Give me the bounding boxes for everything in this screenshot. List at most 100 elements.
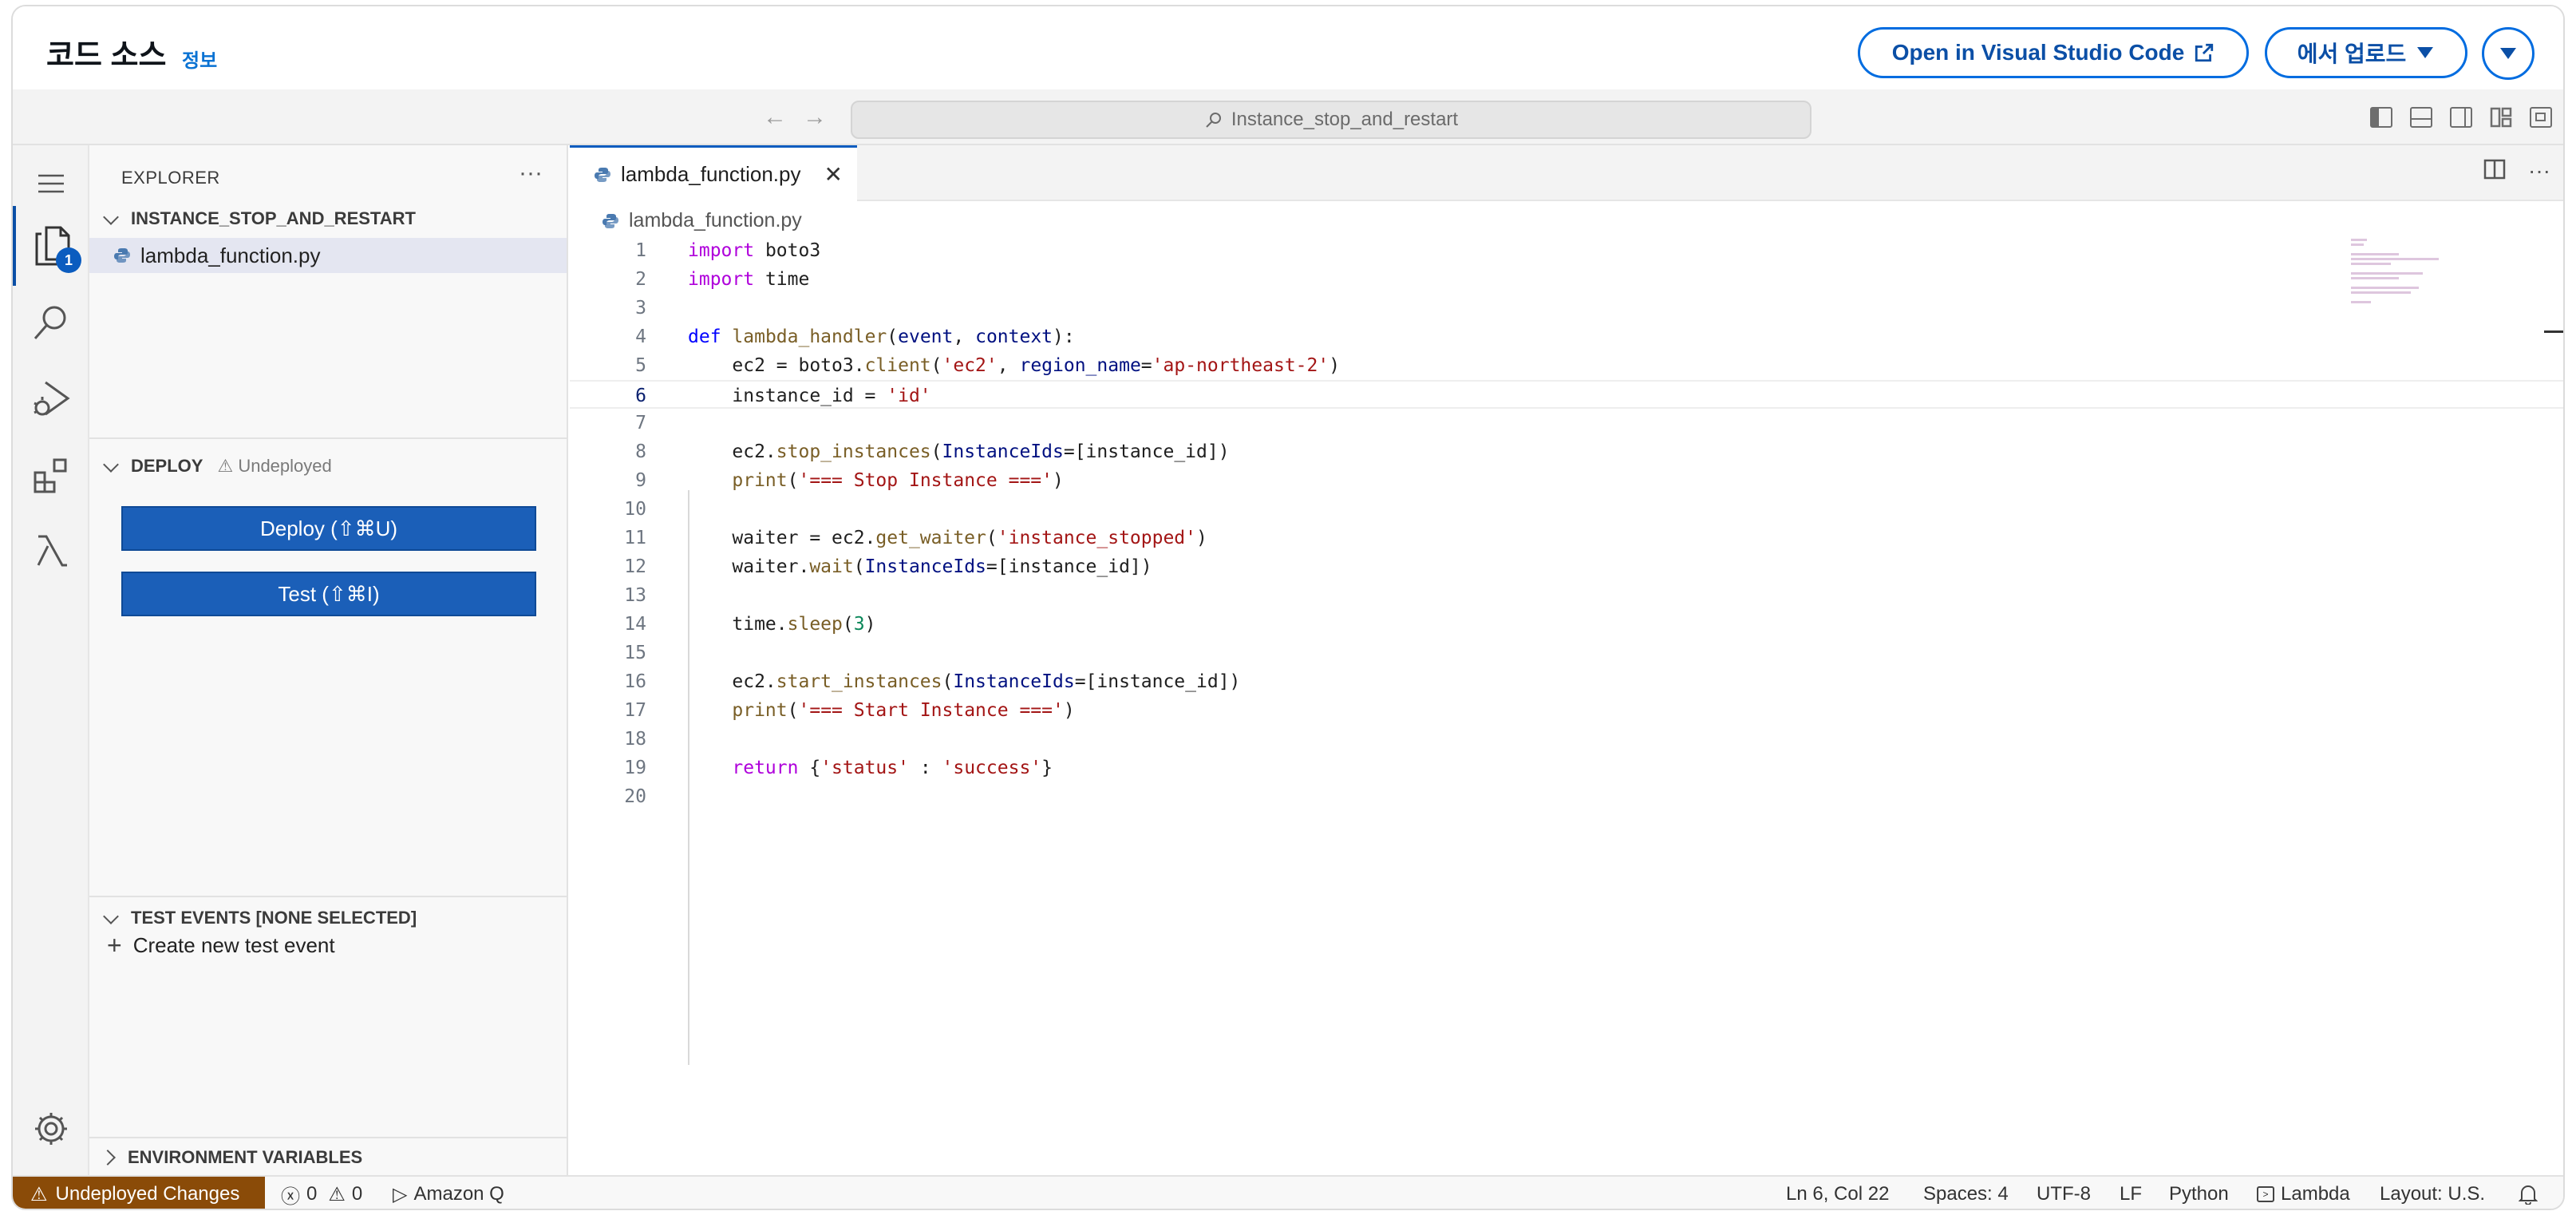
page-header: 코드 소스 정보 Open in Visual Studio Code 에서 업… (13, 6, 2563, 89)
eol-status[interactable]: LF (2120, 1177, 2142, 1209)
language-status[interactable]: Python (2169, 1177, 2229, 1209)
code-line[interactable]: 18 (570, 725, 2563, 754)
code-line[interactable]: 7 (570, 409, 2563, 437)
code-line[interactable]: 4 def lambda_handler(event, context): (570, 323, 2563, 351)
back-arrow-icon[interactable]: ← (763, 104, 787, 131)
deploy-button[interactable]: Deploy (⇧⌘U) (121, 506, 536, 551)
scrollbar-marker[interactable] (2544, 330, 2563, 333)
gear-icon (35, 1113, 67, 1145)
explorer-badge: 1 (56, 247, 81, 273)
lambda-icon (37, 535, 67, 567)
line-number: 13 (624, 585, 646, 606)
amazon-q-status[interactable]: ▷ Amazon Q (393, 1177, 504, 1209)
chevron-down-icon (103, 908, 119, 924)
code-line[interactable]: 16 ec2.start_instances(InstanceIds=[inst… (570, 667, 2563, 696)
cursor-position-status[interactable]: Ln 6, Col 22 (1786, 1177, 1889, 1209)
indentation-status[interactable]: Spaces: 4 (1923, 1177, 2009, 1209)
line-number: 16 (624, 671, 646, 692)
test-events-title: TEST EVENTS [NONE SELECTED] (131, 908, 417, 928)
editor-actions: ··· (2483, 158, 2550, 186)
env-vars-header[interactable]: ENVIRONMENT VARIABLES (89, 1142, 567, 1173)
caret-down-icon (2500, 48, 2516, 59)
activity-extensions[interactable] (13, 437, 89, 514)
section-divider (89, 437, 567, 439)
activity-settings[interactable] (13, 1090, 89, 1167)
deploy-section-header[interactable]: DEPLOY ⚠ Undeployed (89, 450, 567, 482)
amazon-q-label: Amazon Q (413, 1183, 504, 1205)
warning-count: 0 (351, 1183, 363, 1205)
play-icon: ▷ (393, 1183, 408, 1205)
create-test-event-link[interactable]: + Create new test event (107, 931, 335, 960)
code-line[interactable]: 17 print('=== Start Instance ===') (570, 696, 2563, 725)
folder-header[interactable]: INSTANCE_STOP_AND_RESTART (89, 203, 567, 235)
notifications-bell-icon[interactable] (2519, 1177, 2538, 1209)
upload-button[interactable]: 에서 업로드 (2265, 27, 2467, 78)
code-line[interactable]: 3 (570, 294, 2563, 323)
open-vscode-button[interactable]: Open in Visual Studio Code (1858, 27, 2249, 78)
error-icon: ⓧ (281, 1185, 300, 1208)
activity-run-debug[interactable] (13, 361, 89, 437)
problems-status[interactable]: ⓧ 0 ⚠ 0 (281, 1177, 363, 1209)
code-line[interactable]: 2 import time (570, 265, 2563, 294)
page-title: 코드 소스 (46, 39, 167, 73)
code-line[interactable]: 12 waiter.wait(InstanceIds=[instance_id]… (570, 552, 2563, 581)
code-line[interactable]: 11 waiter = ec2.get_waiter('instance_sto… (570, 524, 2563, 552)
python-file-icon (595, 167, 610, 182)
code-line[interactable]: 15 (570, 639, 2563, 667)
file-name: lambda_function.py (140, 243, 321, 267)
editor-tabs: lambda_function.py ✕ ··· (570, 145, 2563, 201)
breadcrumb[interactable]: lambda_function.py (602, 209, 802, 232)
code-text: ec2.start_instances(InstanceIds=[instanc… (688, 671, 1241, 692)
editor-area: lambda_function.py ✕ ··· lambda_function… (570, 145, 2563, 1175)
explorer-title: EXPLORER (121, 168, 220, 188)
activity-explorer[interactable]: 1 (13, 206, 89, 286)
extensions-icon (34, 458, 67, 493)
code-text: def lambda_handler(event, context): (688, 327, 1075, 347)
customize-layout-icon[interactable] (2490, 107, 2512, 128)
code-line[interactable]: 19 return {'status' : 'success'} (570, 754, 2563, 782)
undeployed-changes-status[interactable]: ⚠ Undeployed Changes (13, 1177, 265, 1209)
test-button[interactable]: Test (⇧⌘I) (121, 572, 536, 616)
command-center-search[interactable]: Instance_stop_and_restart (851, 101, 1811, 139)
explorer-more-icon[interactable]: ··· (519, 160, 543, 187)
minimap[interactable] (2351, 236, 2455, 303)
more-actions-button[interactable] (2482, 27, 2535, 80)
tab-lambda-function[interactable]: lambda_function.py ✕ (570, 145, 857, 201)
code-line[interactable]: 14 time.sleep(3) (570, 610, 2563, 639)
lambda-status[interactable]: > Lambda (2257, 1177, 2350, 1209)
layout-controls (2370, 107, 2552, 128)
chevron-right-icon (100, 1150, 116, 1166)
line-number: 5 (635, 355, 646, 376)
activity-lambda[interactable] (13, 513, 89, 589)
split-editor-icon[interactable] (2483, 158, 2506, 186)
encoding-status[interactable]: UTF-8 (2037, 1177, 2091, 1209)
info-link[interactable]: 정보 (182, 45, 217, 73)
close-icon[interactable]: ✕ (824, 161, 843, 188)
forward-arrow-icon[interactable]: → (803, 104, 827, 131)
explorer-file-item[interactable]: lambda_function.py (89, 238, 567, 273)
code-line[interactable]: 5 ec2 = boto3.client('ec2', region_name=… (570, 351, 2563, 380)
toggle-primary-sidebar-icon[interactable] (2370, 107, 2392, 128)
maximize-icon[interactable] (2530, 107, 2552, 128)
code-line[interactable]: 20 (570, 782, 2563, 811)
code-text: ec2 = boto3.client('ec2', region_name='a… (688, 355, 1341, 376)
code-line[interactable]: 6 instance_id = 'id' (570, 380, 2563, 409)
code-line[interactable]: 13 (570, 581, 2563, 610)
keyboard-layout-status[interactable]: Layout: U.S. (2380, 1177, 2485, 1209)
undeployed-label: Undeployed Changes (55, 1183, 240, 1205)
code-line[interactable]: 1 import boto3 (570, 236, 2563, 265)
line-number: 7 (635, 413, 646, 433)
code-text: ec2.stop_instances(InstanceIds=[instance… (688, 441, 1230, 462)
more-icon[interactable]: ··· (2528, 158, 2550, 186)
line-number: 8 (635, 441, 646, 462)
toggle-panel-icon[interactable] (2410, 107, 2432, 128)
code-line[interactable]: 8 ec2.stop_instances(InstanceIds=[instan… (570, 437, 2563, 466)
toggle-secondary-sidebar-icon[interactable] (2450, 107, 2472, 128)
test-events-header[interactable]: TEST EVENTS [NONE SELECTED] (89, 902, 567, 934)
code-line[interactable]: 10 (570, 495, 2563, 524)
code-editor[interactable]: 1 import boto3 2 import time 3 4 def lambda_ha… (570, 236, 2563, 1065)
activity-search[interactable] (13, 284, 89, 361)
line-number: 18 (624, 729, 646, 750)
code-line[interactable]: 9 print('=== Stop Instance ===') (570, 466, 2563, 495)
terminal-icon: > (2257, 1186, 2274, 1202)
